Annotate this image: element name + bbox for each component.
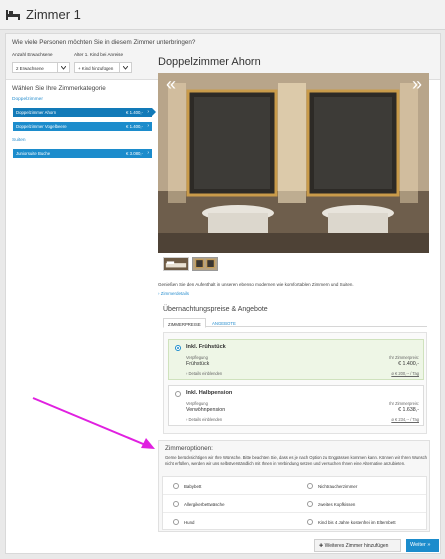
add-room-label: Weiteres Zimmer hinzufügen (324, 543, 389, 550)
option-radio[interactable] (307, 519, 313, 525)
divider (163, 512, 426, 513)
room-details-link[interactable]: › Zimmerdetails (158, 291, 430, 296)
offer-price: € 1.638,- (398, 407, 419, 413)
offer-details-text: Details einblenden (188, 371, 223, 376)
rates-tabs: ZIMMERPREISE ANGEBOTE (163, 318, 427, 328)
board-label: Verpflegung (186, 401, 208, 406)
next-button[interactable]: Weiter » (406, 539, 439, 552)
board-value: Verwöhnpension (186, 407, 226, 413)
photo-thumbnail-active[interactable] (192, 257, 218, 271)
chevron-right-icon: › (147, 109, 149, 115)
option-radio[interactable] (173, 501, 179, 507)
option-radio[interactable] (307, 501, 313, 507)
option-label: Kind bis 4 Jahre kostenfrei im Elternbet… (318, 519, 396, 525)
options-grid: Babybett Nichtraucherzimmer Allergikerbe… (162, 476, 427, 530)
price-label: Ihr Zimmerpreis: (389, 401, 419, 406)
offer-inkl-fruehstueck[interactable]: Inkl. Frühstück Verpflegung Frühstück Ih… (168, 339, 424, 380)
option-label: zweites Kopfkissen (318, 501, 356, 507)
option-babybett[interactable]: Babybett (173, 483, 201, 489)
room-details-link-text: Zimmerdetails (160, 291, 190, 296)
offer-radio[interactable] (175, 391, 181, 397)
option-radio[interactable] (307, 483, 313, 489)
room-option-doppelzimmer-vogelbeere[interactable]: Doppelzimmer Vogelbeere € 1.400,- › (13, 122, 152, 131)
adults-select[interactable]: 2 Erwachsene (12, 62, 70, 73)
photo-next-button[interactable]: » (412, 75, 422, 93)
option-label: Allergikerbettwäsche (184, 501, 225, 507)
room-option-price: € 1.400,- (126, 124, 143, 130)
room-option-label: Juniorsuite Buche (16, 151, 51, 157)
option-radio[interactable] (173, 519, 179, 525)
child-age-select[interactable]: + Kind hinzufügen (74, 62, 132, 73)
board-label: Verpflegung (186, 355, 208, 360)
add-room-button[interactable]: ✚ Weiteres Zimmer hinzufügen (314, 539, 401, 552)
offer-details-text: Details einblenden (188, 417, 223, 422)
option-hund[interactable]: Hund (173, 519, 195, 525)
room-option-juniorsuite-buche[interactable]: Juniorsuite Buche € 3.080,- › (13, 149, 152, 158)
guest-question: Wie viele Personen möchten Sie in diesem… (12, 39, 196, 46)
chevron-right-icon: › (147, 123, 149, 129)
room-options: Zimmeroptionen: Gerne berücksichtigen wi… (158, 440, 430, 532)
divider (163, 494, 426, 495)
chevron-down-icon (57, 63, 69, 72)
offer-inkl-halbpension[interactable]: Inkl. Halbpension Verpflegung Verwöhnpen… (168, 385, 424, 426)
option-nichtraucherzimmer[interactable]: Nichtraucherzimmer (307, 483, 357, 489)
tab-zimmerpreise[interactable]: ZIMMERPREISE (163, 318, 206, 328)
bed-icon (6, 8, 20, 20)
offer-details-link[interactable]: › Details einblenden (186, 417, 222, 422)
offer-title: Inkl. Frühstück (186, 344, 226, 350)
board-value: Frühstück (186, 361, 210, 367)
chevron-down-icon (119, 63, 131, 72)
option-kind-im-elternbett[interactable]: Kind bis 4 Jahre kostenfrei im Elternbet… (307, 519, 396, 525)
room-option-price: € 1.400,- (126, 110, 143, 116)
rates-heading: Übernachtungspreise & Angebote (163, 306, 268, 313)
offer-radio-selected[interactable] (175, 345, 181, 351)
offer-details-link[interactable]: › Details einblenden (186, 371, 222, 376)
category-group-label: Suiten (12, 138, 26, 143)
option-radio[interactable] (173, 483, 179, 489)
room-photo (158, 73, 429, 253)
photo-prev-button[interactable]: « (166, 75, 176, 93)
options-heading: Zimmeroptionen: (165, 445, 213, 452)
double-chevron-right-icon: » (425, 542, 431, 548)
room-option-label: Doppelzimmer Ahorn (16, 110, 57, 116)
offer-title: Inkl. Halbpension (186, 390, 233, 396)
option-label: Nichtraucherzimmer (318, 483, 358, 489)
photo-thumbnail[interactable] (163, 257, 189, 271)
option-allergikerbettwaesche[interactable]: Allergikerbettwäsche (173, 501, 225, 507)
room-option-price: € 3.080,- (126, 151, 143, 157)
chevron-right-icon: › (147, 150, 149, 156)
offer-price: € 1.400,- (398, 361, 419, 367)
page-header: Zimmer 1 (0, 0, 445, 30)
category-heading: Wählen Sie Ihre Zimmerkategorie (12, 85, 106, 92)
child-select-value: + Kind hinzufügen (78, 65, 114, 71)
per-day-price-link[interactable]: ø € 234,-- / Tag (391, 417, 419, 422)
per-day-price-link[interactable]: ø € 200,-- / Tag (391, 371, 419, 376)
option-zweites-kopfkissen[interactable]: zweites Kopfkissen (307, 501, 355, 507)
adults-select-value: 2 Erwachsene (16, 65, 44, 71)
adults-label: Anzahl Erwachsene (12, 52, 53, 57)
tab-angebote[interactable]: ANGEBOTE (208, 318, 240, 328)
option-label: Hund (184, 519, 195, 525)
page-title: Zimmer 1 (26, 7, 81, 22)
room-option-label: Doppelzimmer Vogelbeere (16, 124, 67, 130)
room-description: Genießen Sie den Aufenthalt in unseren e… (158, 282, 354, 287)
child-age-label: Alter 1. Kind bei Anreise (74, 52, 124, 57)
room-option-doppelzimmer-ahorn[interactable]: Doppelzimmer Ahorn € 1.400,- › (13, 108, 156, 117)
price-label: Ihr Zimmerpreis: (389, 355, 419, 360)
category-group-label: Doppelzimmer (12, 97, 43, 102)
room-title: Doppelzimmer Ahorn (158, 56, 261, 68)
offer-list: Inkl. Frühstück Verpflegung Frühstück Ih… (163, 332, 427, 434)
next-label: Weiter (410, 542, 426, 548)
options-text: Gerne berücksichtigen wir Ihre Wünsche. … (165, 455, 428, 466)
option-label: Babybett (184, 483, 202, 489)
